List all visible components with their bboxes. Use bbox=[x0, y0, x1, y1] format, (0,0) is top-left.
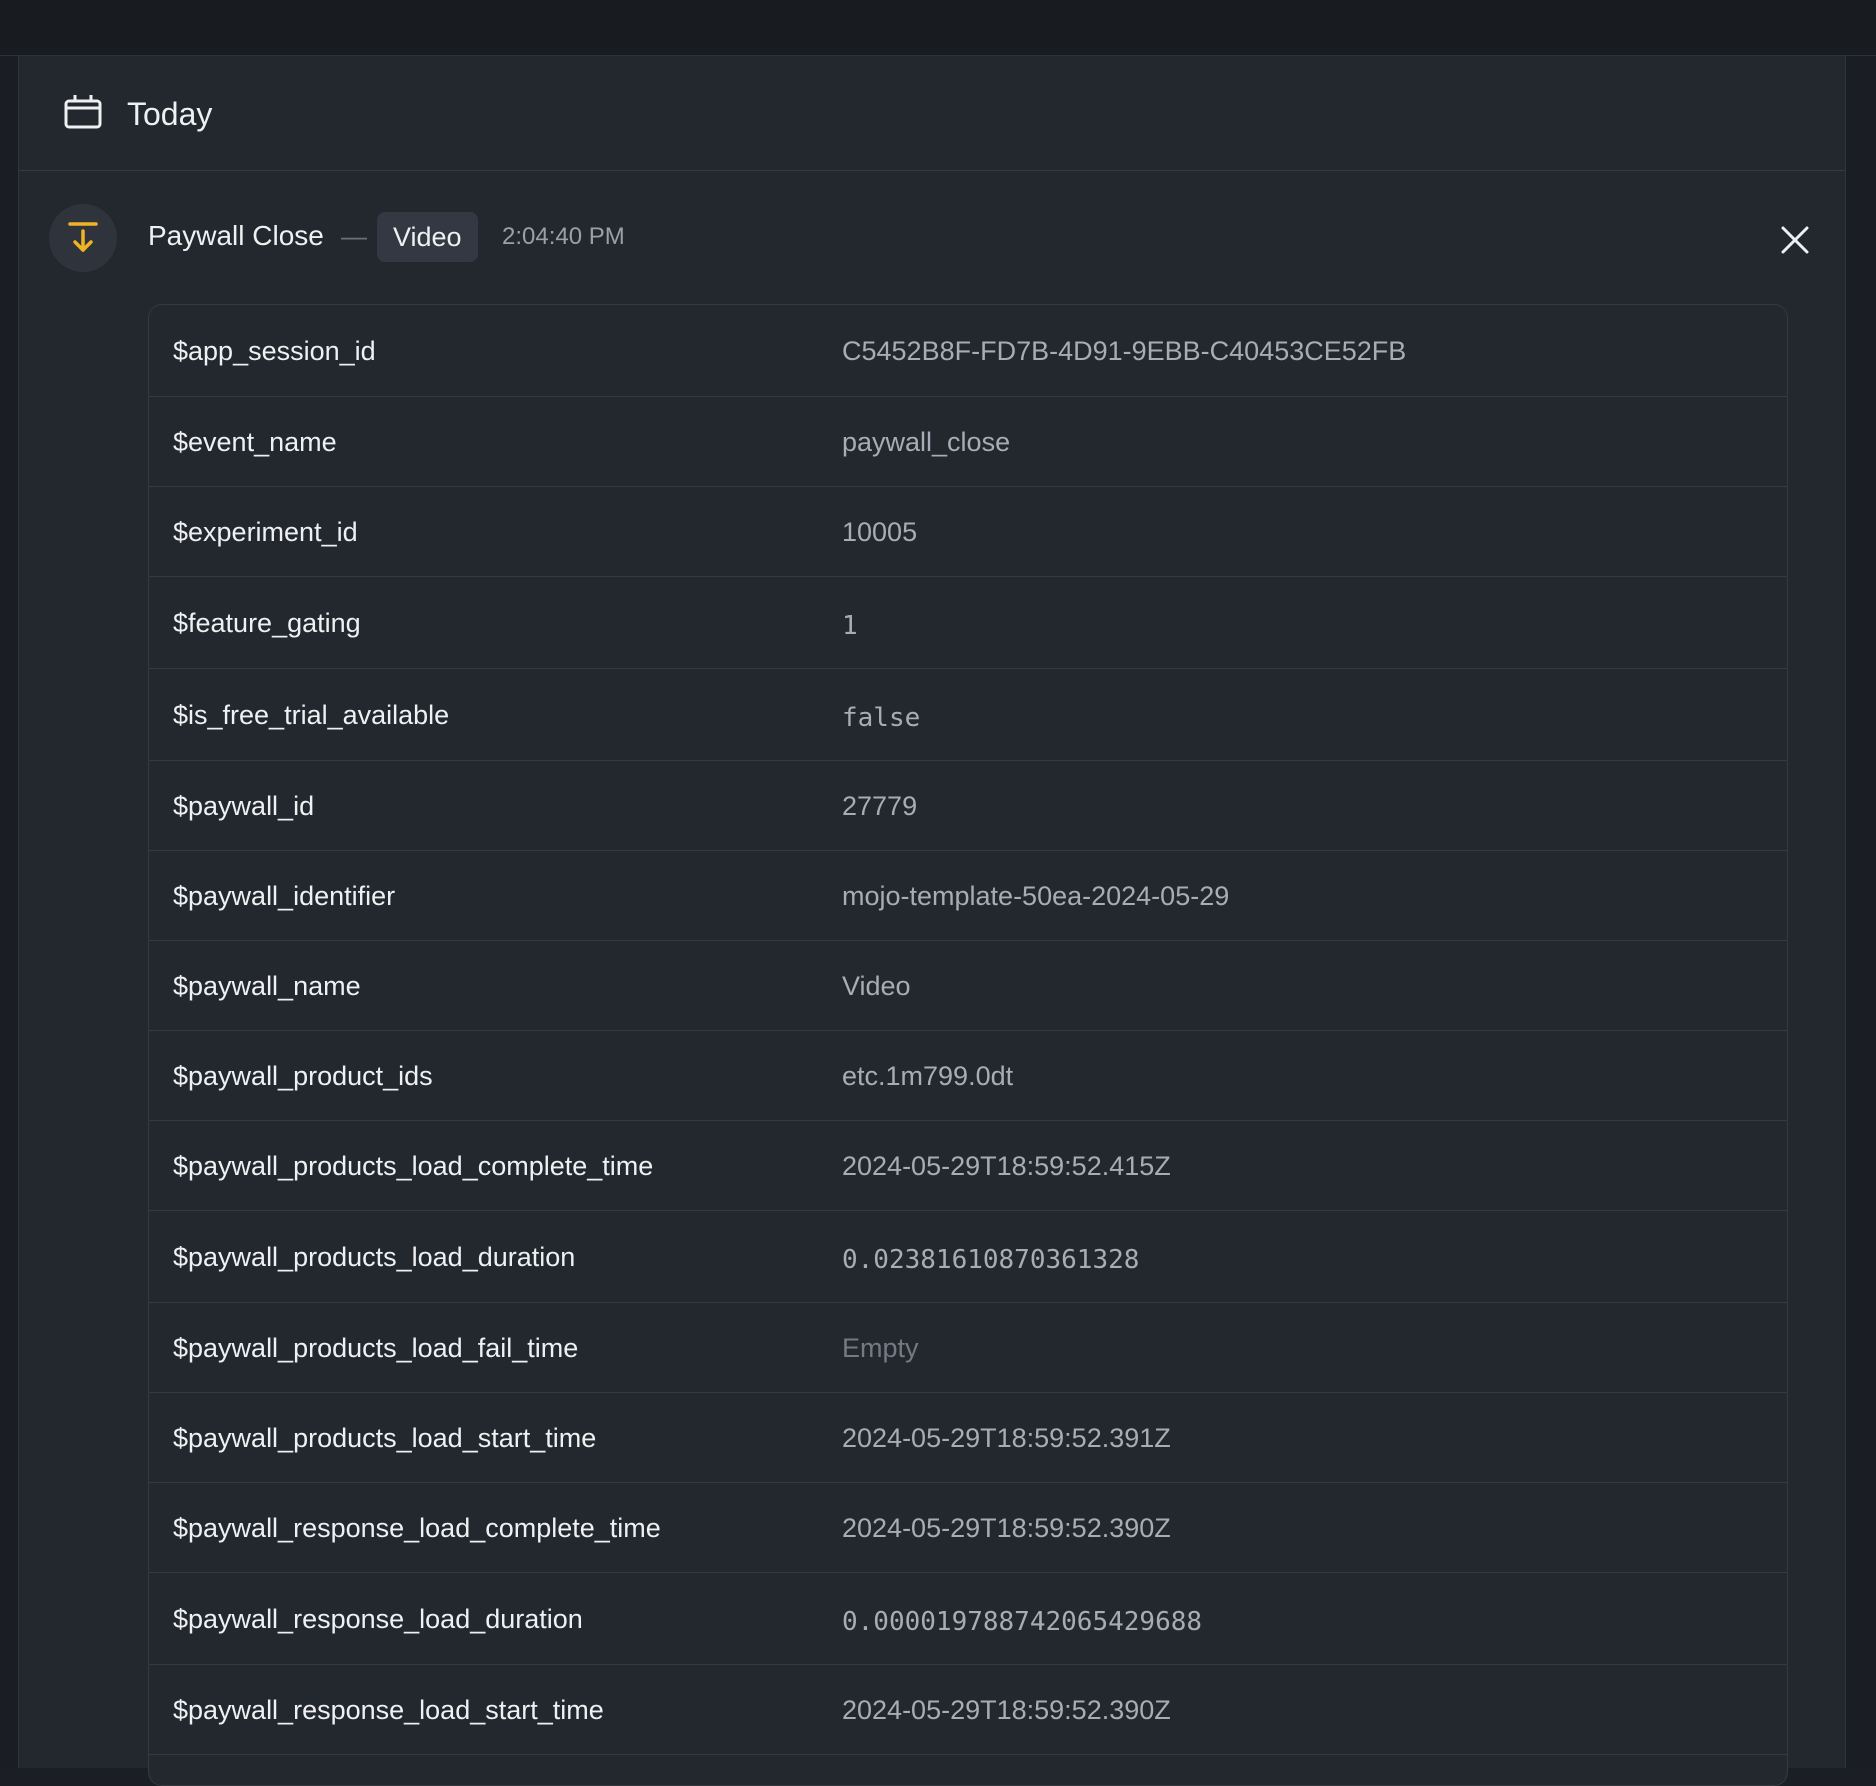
property-row: $paywall_products_load_complete_time 2024… bbox=[149, 1121, 1787, 1211]
property-row: $paywall_identifier mojo-template-50ea-20… bbox=[149, 851, 1787, 941]
property-value[interactable]: C5452B8F-FD7B-4D91-9EBB-C40453CE52FB bbox=[842, 331, 1406, 371]
property-value[interactable]: 2024-05-29T18:59:52.390Z bbox=[842, 1690, 1171, 1730]
events-panel: Today Paywall Close — Video 2:04:40 PM $… bbox=[18, 56, 1846, 1786]
day-title: Today bbox=[127, 96, 213, 132]
event-separator: — bbox=[341, 221, 367, 251]
property-value[interactable]: 0.02381610870361328 bbox=[842, 1240, 1139, 1280]
property-key: $paywall_products_load_start_time bbox=[173, 1423, 597, 1453]
property-value[interactable]: 10005 bbox=[842, 512, 917, 552]
property-key: $paywall_response_load_duration bbox=[173, 1604, 583, 1634]
property-row: $experiment_id 10005 bbox=[149, 487, 1787, 577]
event-properties-table: $app_session_id C5452B8F-FD7B-4D91-9EBB-C… bbox=[148, 304, 1788, 1786]
property-row: $paywall_name Video bbox=[149, 941, 1787, 1031]
property-row: $paywall_response_load_complete_time 2024… bbox=[149, 1483, 1787, 1573]
event-name: Paywall Close bbox=[148, 220, 324, 251]
property-row: $paywall_product_ids etc.1m799.0dt bbox=[149, 1031, 1787, 1121]
property-key: $event_name bbox=[173, 427, 337, 457]
property-key: $paywall_name bbox=[173, 971, 361, 1001]
property-value[interactable]: false bbox=[842, 698, 920, 738]
close-icon[interactable] bbox=[1777, 222, 1813, 258]
property-value[interactable]: paywall_close bbox=[842, 422, 1010, 462]
property-key: $is_free_trial_available bbox=[173, 700, 450, 730]
top-bar bbox=[0, 0, 1876, 56]
property-value[interactable]: etc.1m799.0dt bbox=[842, 1056, 1013, 1096]
day-group-header: Today bbox=[19, 56, 1845, 171]
property-value[interactable]: 2024-05-29T18:59:52.390Z bbox=[842, 1508, 1171, 1548]
property-row: $paywall_id 27779 bbox=[149, 761, 1787, 851]
property-row: $paywall_response_load_duration 0.0000197… bbox=[149, 1573, 1787, 1665]
property-row: $event_name paywall_close bbox=[149, 397, 1787, 487]
property-key: $paywall_response_load_complete_time bbox=[173, 1513, 661, 1543]
property-row: $paywall_products_load_start_time 2024-05… bbox=[149, 1393, 1787, 1483]
property-value[interactable]: 2024-05-29T18:59:52.391Z bbox=[842, 1418, 1171, 1458]
arrow-down-to-line-icon bbox=[68, 222, 98, 252]
left-gutter bbox=[0, 56, 18, 1768]
event-time: 2:04:40 PM bbox=[502, 223, 625, 250]
property-key: $paywall_identifier bbox=[173, 881, 396, 911]
property-row: $paywall_response_load_start_time 2024-05… bbox=[149, 1665, 1787, 1755]
property-value[interactable]: 1 bbox=[842, 606, 858, 646]
property-key: $experiment_id bbox=[173, 517, 358, 547]
property-key: $feature_gating bbox=[173, 608, 361, 638]
property-key: $paywall_id bbox=[173, 791, 315, 821]
property-value[interactable]: 2024-05-29T18:59:52.415Z bbox=[842, 1146, 1171, 1186]
right-gutter bbox=[1844, 56, 1876, 1768]
property-row: $is_free_trial_available false bbox=[149, 669, 1787, 761]
calendar-icon bbox=[64, 95, 102, 129]
event-type-icon bbox=[49, 204, 117, 272]
property-row: $feature_gating 1 bbox=[149, 577, 1787, 669]
property-value[interactable]: mojo-template-50ea-2024-05-29 bbox=[842, 876, 1229, 916]
property-row: $paywall_products_load_fail_time Empty bbox=[149, 1303, 1787, 1393]
property-key: $paywall_products_load_duration bbox=[173, 1242, 576, 1272]
property-key: $paywall_product_ids bbox=[173, 1061, 433, 1091]
paywall-badge: Video bbox=[377, 212, 478, 262]
property-key: $paywall_response_load_start_time bbox=[173, 1695, 604, 1725]
property-value[interactable]: 27779 bbox=[842, 786, 917, 826]
property-value[interactable]: 0.000019788742065429688 bbox=[842, 1602, 1202, 1642]
property-row: $app_session_id C5452B8F-FD7B-4D91-9EBB-C… bbox=[149, 305, 1787, 397]
property-value[interactable]: Empty bbox=[842, 1328, 919, 1368]
property-key: $paywall_products_load_fail_time bbox=[173, 1333, 579, 1363]
property-row: $paywall_products_load_duration 0.0238161… bbox=[149, 1211, 1787, 1303]
property-key: $app_session_id bbox=[173, 336, 376, 366]
property-value[interactable]: Video bbox=[842, 966, 911, 1006]
property-key: $paywall_products_load_complete_time bbox=[173, 1151, 654, 1181]
